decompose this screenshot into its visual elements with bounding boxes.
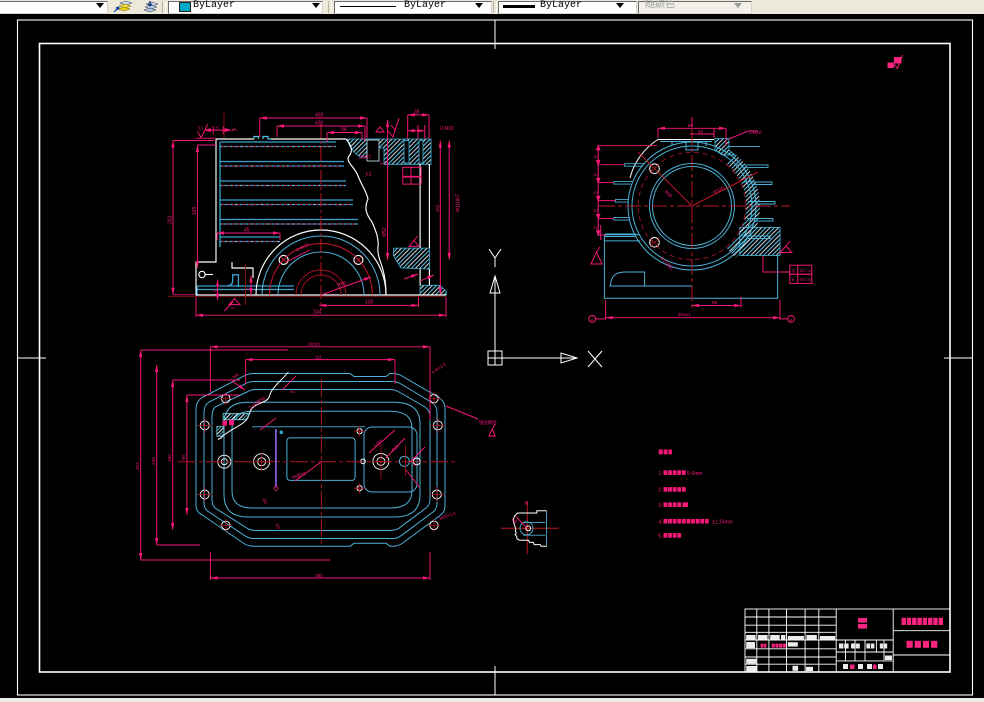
- svg-text:F1: F1: [366, 172, 372, 178]
- svg-text:2.: 2.: [658, 488, 663, 494]
- svg-text:15: 15: [593, 154, 598, 159]
- svg-text:H: H: [216, 126, 219, 131]
- svg-text:54: 54: [698, 129, 704, 134]
- svg-text:165: 165: [192, 206, 198, 215]
- svg-text:R: R: [525, 501, 529, 507]
- svg-text:130: 130: [365, 300, 374, 306]
- svg-text:Φ110H7: Φ110H7: [456, 193, 462, 212]
- svg-text:15: 15: [593, 225, 598, 230]
- svg-text:263: 263: [435, 204, 440, 212]
- svg-text:5.: 5.: [658, 534, 663, 540]
- svg-text:180: 180: [167, 454, 172, 462]
- svg-text:45: 45: [244, 228, 250, 234]
- svg-text:380: 380: [315, 573, 323, 578]
- svg-text:⊢F: ⊢F: [380, 160, 387, 167]
- svg-text:5-6mm: 5-6mm: [687, 471, 703, 477]
- svg-text:Ls: Ls: [231, 306, 235, 310]
- svg-text:15: 15: [593, 190, 598, 195]
- svg-text:3.: 3.: [658, 503, 663, 509]
- svg-text:±1.15mm: ±1.15mm: [712, 519, 733, 525]
- svg-text:240: 240: [151, 457, 156, 465]
- svg-text:111: 111: [315, 354, 322, 359]
- svg-text:334: 334: [313, 310, 322, 316]
- svg-text:263: 263: [135, 462, 140, 470]
- svg-text:430: 430: [315, 121, 324, 127]
- svg-text:3.1: 3.1: [198, 126, 204, 131]
- svg-text:2-M10: 2-M10: [749, 130, 762, 135]
- svg-text:4.: 4.: [658, 519, 663, 525]
- svg-text:Φ3: Φ3: [290, 389, 296, 394]
- svg-text:Φ52: Φ52: [382, 227, 388, 237]
- svg-text:锐边倒钝: 锐边倒钝: [479, 419, 497, 426]
- svg-text:12: 12: [246, 286, 251, 291]
- svg-text:10: 10: [412, 462, 417, 467]
- svg-text:90: 90: [181, 454, 186, 460]
- svg-text:1.: 1.: [658, 471, 663, 477]
- svg-text:95: 95: [712, 300, 718, 305]
- svg-text:B: B: [790, 318, 793, 323]
- svg-text:254±1: 254±1: [678, 312, 691, 317]
- svg-text:380±1: 380±1: [308, 342, 321, 347]
- svg-text:Φ0.1 A: Φ0.1 A: [800, 269, 812, 273]
- svg-text:35: 35: [414, 110, 420, 116]
- svg-text:15: 15: [593, 208, 598, 213]
- svg-text:54: 54: [341, 127, 347, 133]
- svg-text:263: 263: [168, 215, 174, 224]
- svg-text:Φ0.1 B: Φ0.1 B: [800, 278, 812, 282]
- svg-text:450: 450: [315, 113, 324, 119]
- svg-text:30H7: 30H7: [359, 155, 371, 161]
- svg-text:80: 80: [688, 123, 694, 128]
- svg-text:2-M10: 2-M10: [440, 126, 454, 132]
- svg-text:15: 15: [593, 172, 598, 177]
- svg-text:A: A: [591, 318, 594, 323]
- svg-text:30: 30: [213, 289, 217, 293]
